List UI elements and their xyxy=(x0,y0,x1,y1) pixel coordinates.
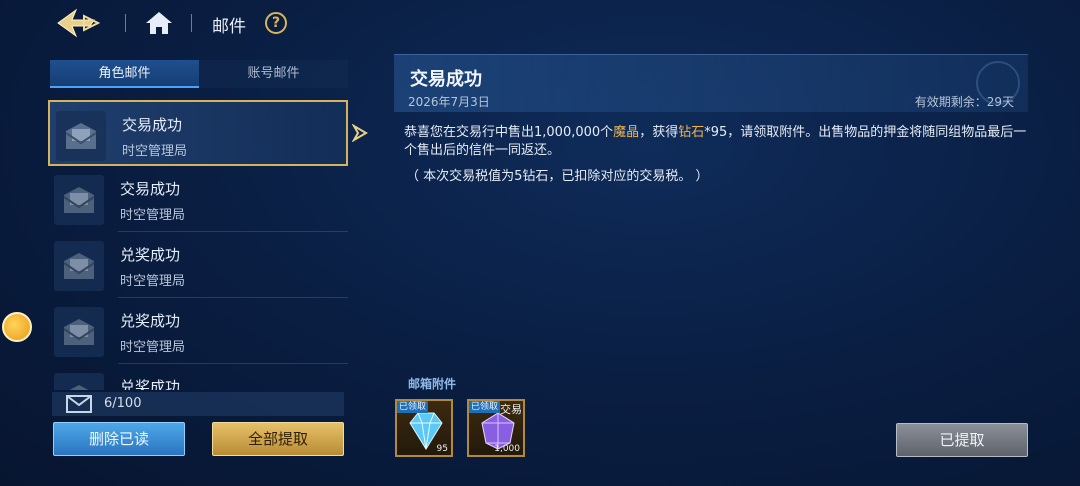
mail-date: 2026年7月3日 xyxy=(408,95,490,109)
attachment-quantity: 95 xyxy=(436,444,448,454)
envelope-icon xyxy=(54,241,104,291)
divider xyxy=(125,14,126,32)
mail-item[interactable]: 交易成功 时空管理局 xyxy=(48,166,348,232)
mail-sender: 时空管理局 xyxy=(120,274,186,289)
mail-item[interactable]: 兑奖成功 时空管理局 xyxy=(48,232,348,298)
back-icon[interactable] xyxy=(54,6,110,40)
mail-list[interactable]: 交易成功 时空管理局 交易成功 时空管理局 兑奖成功 时空管理局 兑奖成功 时空… xyxy=(48,98,350,390)
home-icon[interactable] xyxy=(144,10,174,36)
mail-sender: 时空管理局 xyxy=(122,144,188,159)
attachment-quantity: 1,000 xyxy=(494,444,520,454)
mail-subject: 交易成功 xyxy=(122,116,183,134)
trade-label: 交易 xyxy=(500,403,522,416)
envelope-icon xyxy=(54,175,104,225)
highlight-item: 钻石 xyxy=(678,125,705,140)
tax-note: （ 本次交易税值为5钻石，已扣除对应的交易税。 ） xyxy=(406,169,709,184)
mail-sender: 时空管理局 xyxy=(120,340,186,355)
attachment-item[interactable]: 已领取 交易 1,000 xyxy=(467,399,525,457)
top-bar: 邮件 ? xyxy=(0,0,1080,48)
mail-detail-header: 交易成功 2026年7月3日 有效期剩余：29天 xyxy=(394,54,1028,112)
mail-item[interactable]: 交易成功 时空管理局 xyxy=(48,100,348,166)
mail-subject: 交易成功 xyxy=(120,180,181,198)
tab-role-mail[interactable]: 角色邮件 xyxy=(50,60,199,88)
body-text: ，获得 xyxy=(639,125,679,140)
divider xyxy=(191,14,192,32)
highlight-item: 魔晶 xyxy=(613,125,640,140)
body-text: 恭喜您在交易行中售出1,000,000个 xyxy=(404,125,614,140)
tab-account-mail[interactable]: 账号邮件 xyxy=(199,60,348,88)
decorative-emblem-icon xyxy=(976,61,1020,105)
mail-item[interactable]: 兑奖成功 时空管理局 xyxy=(48,298,348,364)
mail-body: 恭喜您在交易行中售出1,000,000个魔晶，获得钻石*95，请领取附件。出售物… xyxy=(404,124,1034,160)
envelope-icon xyxy=(54,307,104,357)
claimed-tag: 已领取 xyxy=(469,401,501,413)
claim-all-button[interactable]: 全部提取 xyxy=(212,422,344,456)
mailbox-icon xyxy=(66,395,92,417)
mail-subject: 兑奖成功 xyxy=(120,246,181,264)
assistant-avatar-icon[interactable] xyxy=(2,312,32,342)
help-icon[interactable]: ? xyxy=(265,12,287,34)
mail-count: 6/100 xyxy=(104,396,142,411)
delete-read-button[interactable]: 删除已读 xyxy=(53,422,185,456)
mail-item[interactable]: 兑奖成功 xyxy=(48,364,348,390)
attachments-title: 邮箱附件 xyxy=(408,377,457,391)
claimed-button[interactable]: 已提取 xyxy=(896,423,1028,457)
claimed-tag: 已领取 xyxy=(397,401,429,413)
envelope-icon xyxy=(54,373,104,390)
mail-tabs: 角色邮件 账号邮件 xyxy=(50,60,348,88)
mail-subject: 兑奖成功 xyxy=(120,312,181,330)
envelope-icon xyxy=(56,111,106,161)
selected-arrow-icon xyxy=(351,123,368,143)
page-title: 邮件 xyxy=(212,17,246,37)
mail-sender: 时空管理局 xyxy=(120,208,186,223)
mail-detail-title: 交易成功 xyxy=(410,69,482,90)
mail-subject: 兑奖成功 xyxy=(120,378,181,390)
mail-count-bar: 6/100 xyxy=(52,392,344,416)
attachment-item[interactable]: 已领取 95 xyxy=(395,399,453,457)
